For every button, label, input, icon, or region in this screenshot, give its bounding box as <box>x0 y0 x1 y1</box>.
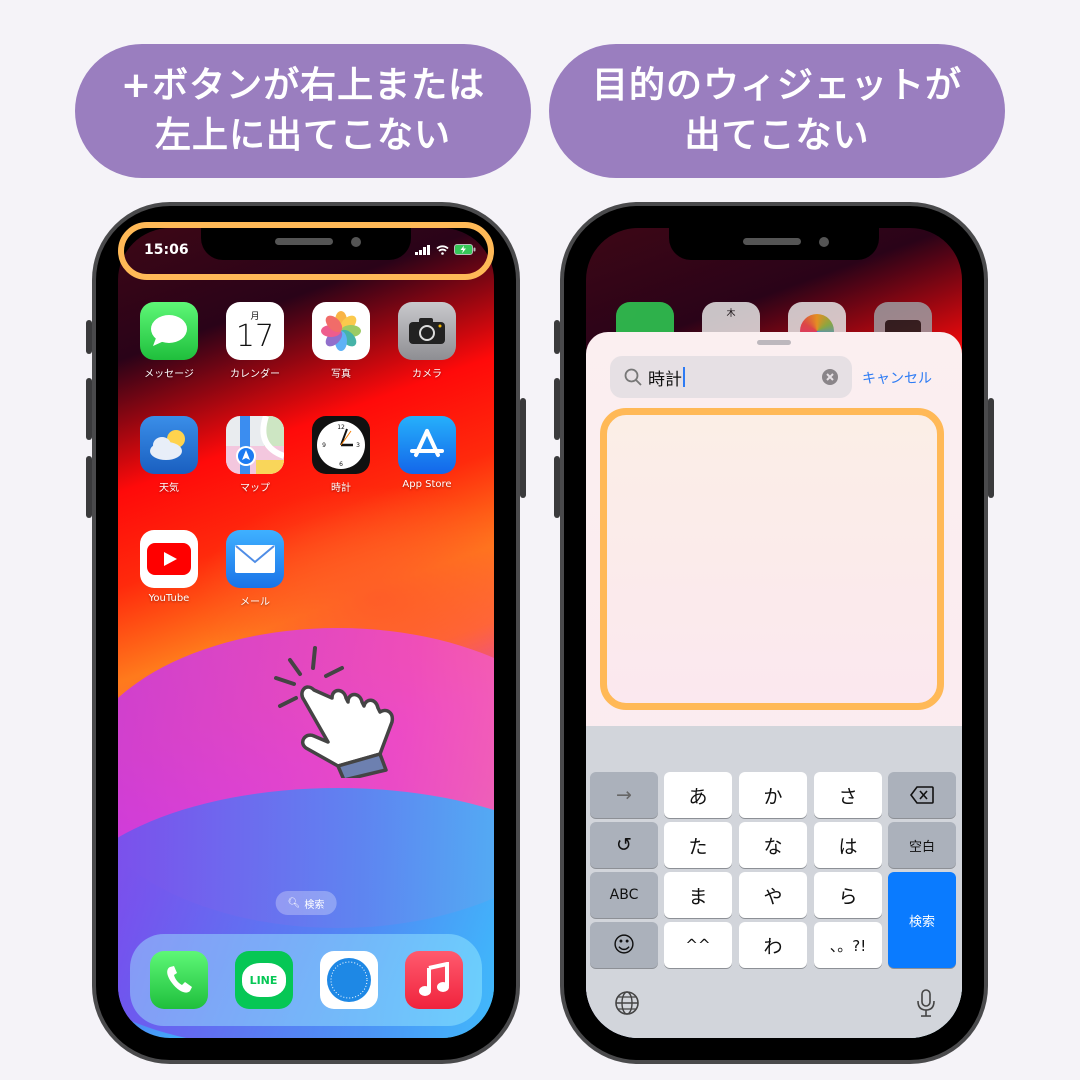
globe-icon[interactable] <box>614 990 640 1016</box>
volume-down-button <box>554 456 560 518</box>
app-messages[interactable]: メッセージ <box>140 302 198 380</box>
key-backspace[interactable] <box>888 772 956 818</box>
line-app-icon[interactable]: LINE <box>234 951 293 1009</box>
safari-app-icon[interactable] <box>319 951 378 1009</box>
key-next-arrow[interactable]: → <box>590 772 658 818</box>
status-bar-highlight <box>118 222 494 280</box>
notch <box>669 228 879 260</box>
key-na[interactable]: な <box>739 822 807 868</box>
search-icon: 🔍︎ <box>287 897 301 909</box>
banner-line: +ボタンが右上または <box>120 65 486 106</box>
phone-widget-search: 木 時計 キャンセル → あ か さ ↺ た な は 空白 ABC ま や ら … <box>554 206 994 1060</box>
screen: 15:06 メッセージ 月 17 カレンダー 写真 カメラ 天気 マップ 12 … <box>118 228 494 1038</box>
app-label: メッセージ <box>144 369 194 380</box>
dock: LINE <box>130 934 482 1026</box>
key-ma[interactable]: ま <box>664 872 732 918</box>
side-button <box>988 398 994 498</box>
spotlight-search-pill[interactable]: 🔍︎ 検索 <box>275 891 337 915</box>
empty-widget-results-highlight <box>600 408 944 710</box>
app-clock[interactable]: 12 3 6 9 時計 <box>312 416 370 494</box>
widget-search-field[interactable]: 時計 <box>610 356 852 398</box>
search-icon <box>624 368 642 386</box>
app-label: メール <box>240 597 270 608</box>
app-app-store[interactable]: App Store <box>398 416 456 494</box>
app-youtube[interactable]: YouTube <box>140 530 198 608</box>
app-label: カレンダー <box>230 369 280 380</box>
calendar-icon: 月 17 <box>226 302 284 360</box>
app-maps[interactable]: マップ <box>226 416 284 494</box>
key-punctuation[interactable]: 、。?! <box>814 922 882 968</box>
key-ka[interactable]: か <box>739 772 807 818</box>
sheet-grabber[interactable] <box>757 340 791 345</box>
text-cursor <box>683 367 685 387</box>
svg-text:9: 9 <box>322 442 326 449</box>
music-app-icon[interactable] <box>404 951 463 1009</box>
app-mail[interactable]: メール <box>226 530 284 608</box>
svg-text:6: 6 <box>339 461 343 468</box>
cancel-button[interactable]: キャンセル <box>862 368 932 388</box>
photos-icon <box>312 302 370 360</box>
weather-icon <box>140 416 198 474</box>
key-kaomoji[interactable]: ^^ <box>664 922 732 968</box>
svg-text:12: 12 <box>337 424 345 431</box>
app-label: マップ <box>240 483 270 494</box>
calendar-weekday: 木 <box>726 309 736 319</box>
mail-icon <box>226 530 284 588</box>
clock-icon: 12 3 6 9 <box>312 416 370 474</box>
screen: 木 時計 キャンセル → あ か さ ↺ た な は 空白 ABC ま や ら … <box>586 228 962 1038</box>
backspace-icon <box>910 786 934 804</box>
key-ta[interactable]: た <box>664 822 732 868</box>
key-space[interactable]: 空白 <box>888 822 956 868</box>
key-ha[interactable]: は <box>814 822 882 868</box>
key-wa[interactable]: わ <box>739 922 807 968</box>
volume-down-button <box>86 456 92 518</box>
messages-icon <box>140 302 198 360</box>
youtube-icon <box>140 530 198 588</box>
camera-icon <box>398 302 456 360</box>
app-photos[interactable]: 写真 <box>312 302 370 380</box>
line-logo: LINE <box>241 963 286 997</box>
app-calendar[interactable]: 月 17 カレンダー <box>226 302 284 380</box>
key-search[interactable]: 検索 <box>888 872 956 968</box>
app-label: 天気 <box>159 483 179 494</box>
calendar-date: 17 <box>235 318 275 354</box>
svg-text:3: 3 <box>356 442 360 449</box>
key-sa[interactable]: さ <box>814 772 882 818</box>
key-undo[interactable]: ↺ <box>590 822 658 868</box>
search-input-value[interactable]: 時計 <box>648 365 682 390</box>
volume-up-button <box>554 378 560 440</box>
app-label: 写真 <box>331 369 351 380</box>
app-label: YouTube <box>148 593 190 604</box>
banner-line: 左上に出てこない <box>154 115 451 156</box>
app-camera[interactable]: カメラ <box>398 302 456 380</box>
app-grid: メッセージ 月 17 カレンダー 写真 カメラ 天気 マップ 12 3 6 9 … <box>140 302 480 608</box>
mute-switch <box>554 320 560 354</box>
mute-switch <box>86 320 92 354</box>
volume-up-button <box>86 378 92 440</box>
tap-hand-icon <box>274 646 395 778</box>
key-abc[interactable]: ABC <box>590 872 658 918</box>
phone-home-screen: 15:06 メッセージ 月 17 カレンダー 写真 カメラ 天気 マップ 12 … <box>86 206 526 1060</box>
japanese-keyboard: → あ か さ ↺ た な は 空白 ABC ま や ら 検索 ☺ ^^ わ 、… <box>586 726 962 1038</box>
microphone-icon[interactable] <box>916 988 936 1018</box>
phone-app-icon[interactable] <box>149 951 208 1009</box>
app-store-icon <box>398 416 456 474</box>
banner-line: 目的のウィジェットが <box>591 65 962 106</box>
key-a[interactable]: あ <box>664 772 732 818</box>
banner-widget-missing: 目的のウィジェットが 出てこない <box>549 44 1005 178</box>
app-label: カメラ <box>412 369 442 380</box>
maps-icon <box>226 416 284 474</box>
key-emoji[interactable]: ☺ <box>590 922 658 968</box>
search-pill-label: 検索 <box>304 899 325 911</box>
app-weather[interactable]: 天気 <box>140 416 198 494</box>
app-label: 時計 <box>331 483 351 494</box>
app-label: App Store <box>402 479 452 490</box>
side-button <box>520 398 526 498</box>
key-ya[interactable]: や <box>739 872 807 918</box>
banner-line: 出てこない <box>684 115 870 156</box>
clear-text-icon[interactable] <box>822 369 838 385</box>
banner-plus-button-missing: +ボタンが右上または 左上に出てこない <box>75 44 531 178</box>
key-ra[interactable]: ら <box>814 872 882 918</box>
